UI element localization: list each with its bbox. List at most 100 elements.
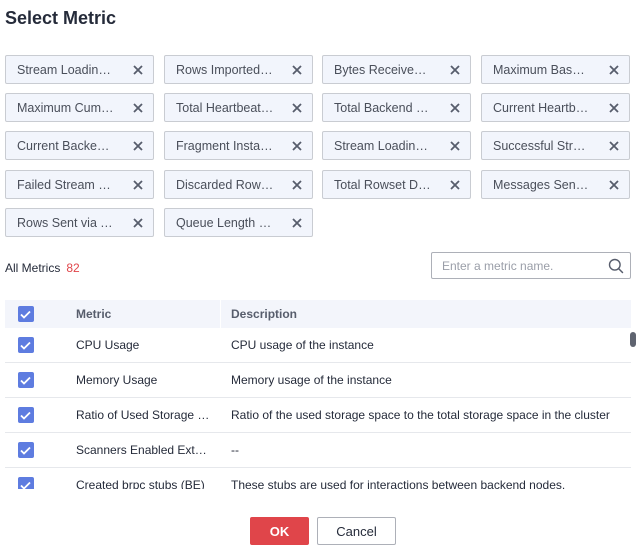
- tag-label: Discarded Rows via Stream Load: [176, 177, 282, 192]
- tag-label: Total Backend Sync Requests: [334, 100, 440, 115]
- tag-label: Successful Stream Loads: [493, 138, 599, 153]
- close-icon[interactable]: [440, 94, 470, 121]
- close-icon[interactable]: [282, 56, 312, 83]
- row-metric: CPU Usage: [76, 338, 140, 352]
- selected-tag: Current Backend Sync Requests: [5, 131, 154, 160]
- table-scrollbar[interactable]: [630, 332, 636, 347]
- selected-tag: Messages Sent via Thrift: [481, 170, 630, 199]
- close-icon[interactable]: [282, 171, 312, 198]
- close-icon[interactable]: [123, 209, 153, 236]
- close-icon[interactable]: [440, 56, 470, 83]
- row-check-cell: [5, 442, 46, 458]
- close-icon[interactable]: [440, 132, 470, 159]
- close-icon[interactable]: [282, 132, 312, 159]
- tag-label: Fragment Instances Executed: [176, 138, 282, 153]
- row-description: Ratio of the used storage space to the t…: [231, 408, 610, 422]
- tag-label: Bytes Received via Stream Load: [334, 62, 440, 77]
- tag-label: Current Backend Sync Requests: [17, 138, 123, 153]
- tag-label: Maximum Base Compaction Score: [493, 62, 599, 77]
- selected-tag: Total Rowset Data: [322, 170, 471, 199]
- close-icon[interactable]: [440, 171, 470, 198]
- tag-label: Stream Loading Requests: [334, 138, 440, 153]
- tag-label: Total Heartbeat Requests: [176, 100, 282, 115]
- row-description-cell: Ratio of the used storage space to the t…: [221, 398, 631, 432]
- tag-label: Rows Sent via Thrift: [17, 215, 123, 230]
- search-box: [431, 252, 631, 279]
- search-icon[interactable]: [602, 253, 630, 278]
- selected-tag: Bytes Received via Stream Load: [322, 55, 471, 84]
- table-row[interactable]: Created brpc stubs (BE) These stubs are …: [5, 468, 631, 489]
- row-metric: Scanners Enabled Externally: [76, 443, 211, 457]
- row-description-cell: Memory usage of the instance: [221, 363, 631, 397]
- table-row[interactable]: Scanners Enabled Externally --: [5, 433, 631, 468]
- tag-label: Rows Imported via Stream Load: [176, 62, 282, 77]
- selected-tag: Discarded Rows via Stream Load: [164, 170, 313, 199]
- selected-tag: Successful Stream Loads: [481, 131, 630, 160]
- close-icon[interactable]: [123, 94, 153, 121]
- table-row[interactable]: Memory Usage Memory usage of the instanc…: [5, 363, 631, 398]
- close-icon[interactable]: [123, 56, 153, 83]
- row-metric-cell: CPU Usage: [46, 328, 221, 362]
- tag-label: Failed Stream Loads: [17, 177, 123, 192]
- row-description: Memory usage of the instance: [231, 373, 392, 387]
- row-description-cell: These stubs are used for interactions be…: [221, 468, 631, 489]
- selected-tag: Total Backend Sync Requests: [322, 93, 471, 122]
- select-all-cell: [5, 306, 46, 322]
- ok-button[interactable]: OK: [250, 517, 309, 545]
- dialog-title: Select Metric: [5, 8, 117, 28]
- selected-tag: Stream Loading Requests: [322, 131, 471, 160]
- row-metric-cell: Scanners Enabled Externally: [46, 433, 221, 467]
- cancel-button[interactable]: Cancel: [317, 517, 396, 545]
- row-description: --: [231, 443, 239, 457]
- search-input[interactable]: [432, 253, 602, 278]
- selected-tag: Queue Length of Tasks: [164, 208, 313, 237]
- table-row[interactable]: Ratio of Used Storage Space Ratio of the…: [5, 398, 631, 433]
- table-header: Metric Description: [5, 300, 631, 328]
- row-description: These stubs are used for interactions be…: [231, 478, 566, 489]
- close-icon[interactable]: [123, 171, 153, 198]
- row-metric: Memory Usage: [76, 373, 158, 387]
- row-checkbox[interactable]: [17, 337, 34, 353]
- tag-label: Stream Loading Transactions: [17, 62, 123, 77]
- all-metrics-summary: All Metrics 82: [5, 261, 80, 275]
- tag-label: Queue Length of Tasks: [176, 215, 282, 230]
- all-metrics-count: 82: [66, 261, 80, 275]
- tag-label: Current Heartbeat Requests: [493, 100, 599, 115]
- close-icon[interactable]: [599, 171, 629, 198]
- row-description-cell: --: [221, 433, 631, 467]
- close-icon[interactable]: [282, 209, 312, 236]
- row-check-cell: [5, 372, 46, 388]
- selected-tag: Current Heartbeat Requests: [481, 93, 630, 122]
- row-description: CPU usage of the instance: [231, 338, 374, 352]
- tag-label: Total Rowset Data: [334, 177, 436, 192]
- header-metric: Metric: [46, 300, 221, 328]
- row-check-cell: [5, 337, 46, 353]
- selected-tag: Failed Stream Loads: [5, 170, 154, 199]
- row-checkbox[interactable]: [17, 372, 34, 388]
- select-all-checkbox[interactable]: [17, 306, 34, 322]
- row-check-cell: [5, 477, 46, 489]
- row-checkbox[interactable]: [17, 407, 34, 423]
- table-row[interactable]: CPU Usage CPU usage of the instance: [5, 328, 631, 363]
- close-icon[interactable]: [599, 132, 629, 159]
- selected-tag: Stream Loading Transactions: [5, 55, 154, 84]
- row-metric-cell: Ratio of Used Storage Space: [46, 398, 221, 432]
- selected-tag: Fragment Instances Executed: [164, 131, 313, 160]
- selected-tag: Total Heartbeat Requests: [164, 93, 313, 122]
- row-metric-cell: Created brpc stubs (BE): [46, 468, 221, 489]
- selected-tag: Maximum Base Compaction Score: [481, 55, 630, 84]
- close-icon[interactable]: [123, 132, 153, 159]
- close-icon[interactable]: [599, 94, 629, 121]
- row-metric-cell: Memory Usage: [46, 363, 221, 397]
- tag-label: Maximum Cumulative Compaction Score: [17, 100, 123, 115]
- header-description: Description: [231, 307, 298, 321]
- selected-tag: Rows Imported via Stream Load: [164, 55, 313, 84]
- row-checkbox[interactable]: [17, 442, 34, 458]
- close-icon[interactable]: [599, 56, 629, 83]
- row-checkbox[interactable]: [17, 477, 34, 489]
- row-check-cell: [5, 407, 46, 423]
- row-description-cell: CPU usage of the instance: [221, 328, 631, 362]
- row-metric: Ratio of Used Storage Space: [76, 408, 211, 422]
- close-icon[interactable]: [282, 94, 312, 121]
- metrics-table: Metric Description CPU Usage CPU usage o…: [5, 300, 631, 489]
